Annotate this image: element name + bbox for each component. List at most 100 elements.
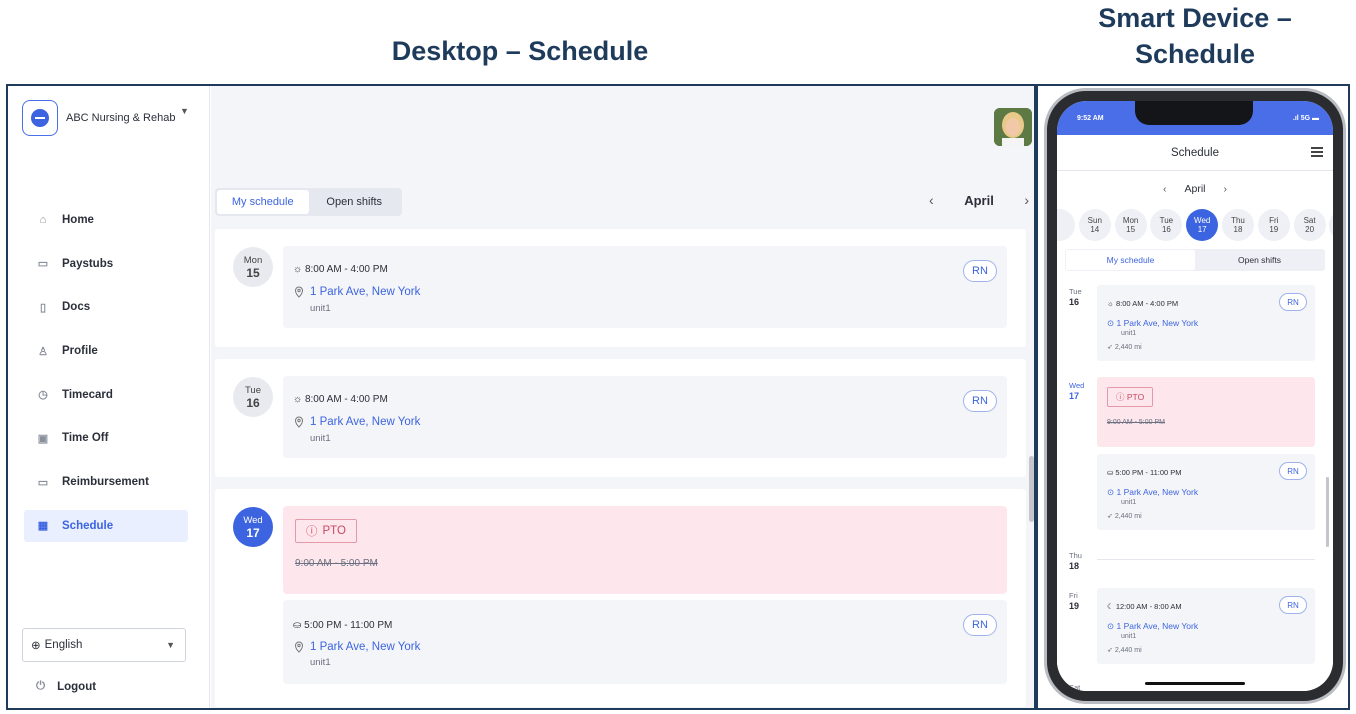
shift-distance: ➶ 2,440 mi [1107,647,1142,654]
chevron-right-icon[interactable]: › [1024,192,1029,208]
pto-badge: ⓘ PTO [295,519,357,543]
shift-unit: unit1 [1121,499,1137,506]
pto-card[interactable]: ⓘ PTO 9:00 AM - 5:00 PM [283,506,1007,594]
phone-notch [1135,101,1253,125]
week-day[interactable] [1057,209,1075,241]
week-day[interactable]: Thu 18 [1221,209,1254,241]
avatar[interactable] [994,108,1032,146]
org-name: ABC Nursing & Rehab [66,112,176,124]
shift-location[interactable]: ⊙ 1 Park Ave, New York [1107,318,1198,329]
scrollbar[interactable] [1326,477,1329,547]
caret-down-icon[interactable]: ▼ [180,106,189,116]
scrollbar[interactable] [1029,456,1034,522]
month-navigator: ‹ April › [929,192,1029,208]
mobile-frame: 9:52 AM .ıl 5G ▬ Schedule ‹ April › Sun 1… [1036,84,1350,710]
calendar-x-icon: ▣ [37,432,49,445]
org-switcher[interactable]: ABC Nursing & Rehab [22,100,175,136]
tab-open-shifts[interactable]: Open shifts [309,190,401,214]
day-card: Tue 16 ☼ 8:00 AM - 4:00 PM 1 Park Ave, N… [215,359,1026,477]
sidebar-item-docs[interactable]: ▯ Docs [24,291,188,323]
tab-my-schedule[interactable]: My schedule [1066,250,1195,270]
shift-unit: unit1 [310,303,331,314]
shift-card[interactable]: ☼ 8:00 AM - 4:00 PM 1 Park Ave, New York… [283,376,1007,458]
shift-card[interactable]: ☼ 8:00 AM - 4:00 PM ⊙ 1 Park Ave, New Yo… [1097,285,1315,361]
schedule-tabs: My schedule Open shifts [1065,249,1325,271]
map-pin-icon [294,286,304,298]
shift-time: ☼ 8:00 AM - 4:00 PM [293,394,388,405]
home-icon: ⌂ [39,214,47,226]
list-date: Tue 16 [1069,287,1082,307]
shift-location[interactable]: ⊙ 1 Park Ave, New York [1107,621,1198,632]
role-badge: RN [1279,596,1307,614]
shift-location[interactable]: 1 Park Ave, New York [293,286,420,298]
sidebar-item-schedule[interactable]: ▦ Schedule [24,509,188,542]
map-pin-icon [294,641,304,653]
shift-time: ⛀ 5:00 PM - 11:00 PM [293,620,393,631]
sidebar-item-time-off[interactable]: ▣ Time Off [24,422,188,454]
map-pin-icon [294,416,304,428]
chevron-left-icon[interactable]: ‹ [1163,183,1167,195]
shift-card[interactable]: ☾ 12:00 AM - 8:00 AM ⊙ 1 Park Ave, New Y… [1097,588,1315,664]
day-card: Mon 15 ☼ 8:00 AM - 4:00 PM 1 Park Ave, N… [215,229,1026,347]
week-day[interactable]: Fri 19 [1257,209,1290,241]
list-date: Fri 19 [1069,591,1080,611]
language-value: English [44,639,83,651]
main-content: My schedule Open shifts ‹ April › Mon 15… [211,86,1034,708]
date-badge: Mon 15 [233,247,273,287]
month-label: April [964,192,994,208]
sidebar-nav: ⌂ Home ▭ Paystubs ▯ Docs ♙ Profile ◷ Timecard… [24,204,188,554]
week-day[interactable]: Mon 15 [1114,209,1147,241]
list-date: Wed 17 [1069,381,1085,401]
home-indicator [1145,682,1245,685]
org-logo [22,100,58,136]
shift-location[interactable]: 1 Park Ave, New York [293,641,420,653]
phone-body: 9:52 AM .ıl 5G ▬ Schedule ‹ April › Sun 1… [1044,88,1346,704]
tab-open-shifts[interactable]: Open shifts [1195,250,1324,270]
signal-icon: .ıl 5G ▬ [1292,115,1319,122]
shift-distance: ➶ 2,440 mi [1107,344,1142,351]
shift-time: ☼ 8:00 AM - 4:00 PM [1107,299,1179,308]
logout-button[interactable]: ⏻ Logout [36,680,96,693]
shift-time: ☾ 12:00 AM - 8:00 AM [1107,602,1182,611]
shift-card[interactable]: ⛀ 5:00 PM - 11:00 PM ⊙ 1 Park Ave, New Y… [1097,454,1315,530]
sidebar-item-timecard[interactable]: ◷ Timecard [24,379,188,411]
sidebar-item-label: Paystubs [62,257,114,270]
week-day-selected[interactable]: Wed 17 [1186,209,1219,241]
sidebar-item-profile[interactable]: ♙ Profile [24,335,188,367]
list-date: Sat [1069,683,1081,691]
sidebar-item-label: Home [62,214,94,226]
sidebar-item-paystubs[interactable]: ▭ Paystubs [24,248,188,280]
day-of-week: Mon [243,254,263,266]
chevron-right-icon[interactable]: › [1224,183,1228,195]
user-icon: ♙ [38,345,48,358]
globe-icon: ⊕ [31,640,41,652]
pto-badge: ⓘ PTO [1107,387,1154,407]
power-icon: ⏻ [36,680,46,692]
shift-card[interactable]: ⛀ 5:00 PM - 11:00 PM 1 Park Ave, New Yor… [283,600,1007,684]
week-day[interactable]: Sun 14 [1078,209,1111,241]
date-badge: Tue 16 [233,377,273,417]
shift-time: ☼ 8:00 AM - 4:00 PM [293,264,388,275]
list-date: Thu 18 [1069,551,1082,571]
caret-down-icon: ▼ [166,640,175,650]
week-day[interactable] [1329,209,1333,241]
shift-card[interactable]: ☼ 8:00 AM - 4:00 PM 1 Park Ave, New York… [283,246,1007,328]
schedule-tabs: My schedule Open shifts [215,188,402,216]
week-day[interactable]: Sat 20 [1293,209,1326,241]
day-of-week: Wed [243,514,263,526]
tab-my-schedule[interactable]: My schedule [217,190,309,214]
chevron-left-icon[interactable]: ‹ [929,192,934,208]
sidebar-item-reimbursement[interactable]: ▭ Reimbursement [24,466,188,498]
language-select[interactable]: ⊕ English ▼ [22,628,186,662]
shift-location[interactable]: ⊙ 1 Park Ave, New York [1107,487,1198,498]
week-strip: Sun 14 Mon 15 Tue 16 Wed 17 Thu 18 Fri 19 Sat 2… [1057,209,1333,241]
shift-location[interactable]: 1 Park Ave, New York [293,416,420,428]
phone-screen: 9:52 AM .ıl 5G ▬ Schedule ‹ April › Sun 1… [1057,101,1333,691]
schedule-list: Tue 16 ☼ 8:00 AM - 4:00 PM ⊙ 1 Park Ave, … [1057,277,1333,691]
pto-card[interactable]: ⓘ PTO 9:00 AM - 5:00 PM [1097,377,1315,447]
week-day[interactable]: Tue 16 [1150,209,1183,241]
day-number: 16 [246,395,260,410]
sidebar-item-home[interactable]: ⌂ Home [24,204,188,236]
day-card: Wed 17 ⓘ PTO 9:00 AM - 5:00 PM ⛀ 5:00 PM … [215,489,1026,707]
menu-icon[interactable] [1311,147,1323,159]
